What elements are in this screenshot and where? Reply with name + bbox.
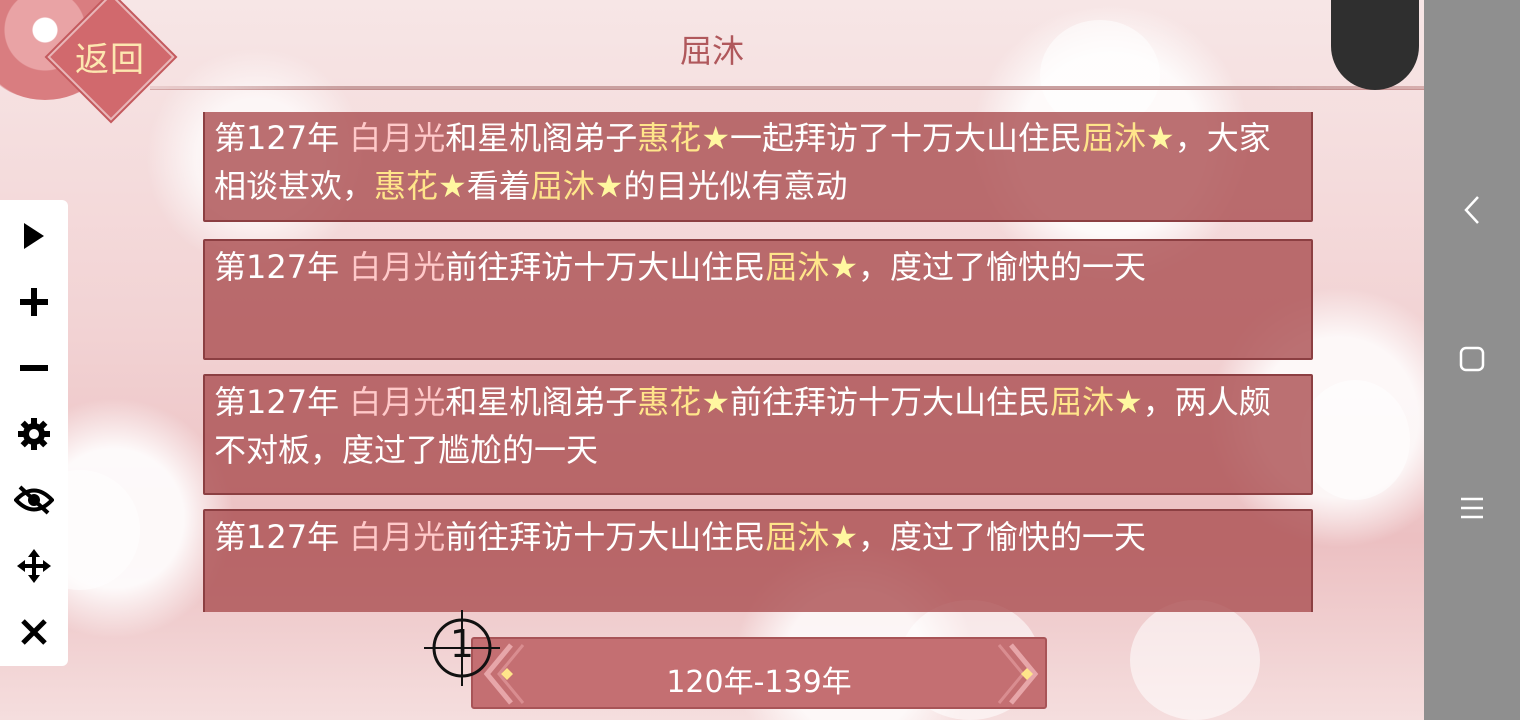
minus-icon <box>20 365 48 371</box>
log-text: 的目光似有意动 <box>623 167 848 205</box>
npc-name: 屈沐 <box>765 248 830 286</box>
star-icon: ★ <box>829 248 858 286</box>
menu-nav-icon <box>1461 497 1483 519</box>
npc-name: 屈沐 <box>1050 383 1115 421</box>
log-text: 和星机阁弟子 <box>445 119 638 157</box>
log-year: 第127年 <box>214 119 350 157</box>
plus-icon <box>20 288 48 316</box>
hide-button[interactable] <box>0 472 68 528</box>
log-entry: 第127年 白月光和星机阁弟子惠花★前往拜访十万大山住民屈沐★，两人颇不对板，度… <box>203 374 1313 495</box>
star-icon: ★ <box>1146 119 1175 157</box>
floating-toolbar <box>0 200 68 666</box>
log-entry: 第127年 白月光和星机阁弟子惠花★一起拜访了十万大山住民屈沐★，大家相谈甚欢，… <box>203 112 1313 222</box>
npc-name: 惠花 <box>374 167 439 205</box>
log-text: 看着 <box>466 167 531 205</box>
title-divider <box>150 86 1460 90</box>
log-text: 前往拜访十万大山住民 <box>730 383 1051 421</box>
gear-icon <box>18 418 50 450</box>
year-range-pager: 120年-139年 <box>471 637 1047 709</box>
settings-button[interactable] <box>0 406 68 462</box>
close-icon <box>21 619 47 645</box>
log-text: 和星机阁弟子 <box>445 383 638 421</box>
home-nav-icon <box>1459 346 1485 372</box>
player-name: 白月光 <box>349 383 446 421</box>
log-year: 第127年 <box>214 248 350 286</box>
system-menu-button[interactable] <box>1448 484 1496 532</box>
npc-name: 惠花 <box>637 119 702 157</box>
eye-off-icon <box>14 485 54 515</box>
log-entry: 第127年 白月光前往拜访十万大山住民屈沐★，度过了愉快的一天 <box>203 239 1313 360</box>
star-icon: ★ <box>701 119 730 157</box>
star-icon: ★ <box>829 518 858 556</box>
system-back-button[interactable] <box>1448 186 1496 234</box>
touch-marker: 1 <box>424 610 500 686</box>
page-title: 屈沐 <box>679 32 744 70</box>
zoom-in-button[interactable] <box>0 274 68 330</box>
play-button[interactable] <box>0 208 68 264</box>
log-year: 第127年 <box>214 383 350 421</box>
log-text: 一起拜访了十万大山住民 <box>730 119 1083 157</box>
npc-name: 屈沐 <box>765 518 830 556</box>
play-icon <box>24 223 44 249</box>
log-text: 前往拜访十万大山住民 <box>445 248 766 286</box>
next-page-arrow-icon[interactable] <box>985 641 1045 707</box>
log-year: 第127年 <box>214 518 350 556</box>
move-button[interactable] <box>0 538 68 594</box>
back-nav-icon <box>1464 196 1479 224</box>
star-icon: ★ <box>1114 383 1143 421</box>
npc-name: 惠花 <box>637 383 702 421</box>
npc-name: 屈沐 <box>530 167 595 205</box>
year-range-label: 120年-139年 <box>666 665 852 700</box>
system-navigation-bar <box>1424 0 1520 720</box>
move-icon <box>17 549 51 583</box>
player-name: 白月光 <box>349 119 446 157</box>
close-button[interactable] <box>0 604 68 660</box>
star-icon: ★ <box>594 167 624 205</box>
star-icon: ★ <box>701 383 730 421</box>
player-name: 白月光 <box>349 518 446 556</box>
log-text: ，度过了愉快的一天 <box>858 248 1147 286</box>
log-text: 前往拜访十万大山住民 <box>445 518 766 556</box>
npc-name: 屈沐 <box>1082 119 1147 157</box>
log-text: ，度过了愉快的一天 <box>858 518 1147 556</box>
touch-marker-number: 1 <box>449 622 475 666</box>
system-home-button[interactable] <box>1448 335 1496 383</box>
zoom-out-button[interactable] <box>0 340 68 396</box>
player-name: 白月光 <box>349 248 446 286</box>
log-entry: 第127年 白月光前往拜访十万大山住民屈沐★，度过了愉快的一天 <box>203 509 1313 612</box>
event-log-list[interactable]: 第127年 白月光和星机阁弟子惠花★一起拜访了十万大山住民屈沐★，大家相谈甚欢，… <box>203 112 1317 612</box>
star-icon: ★ <box>438 167 467 205</box>
